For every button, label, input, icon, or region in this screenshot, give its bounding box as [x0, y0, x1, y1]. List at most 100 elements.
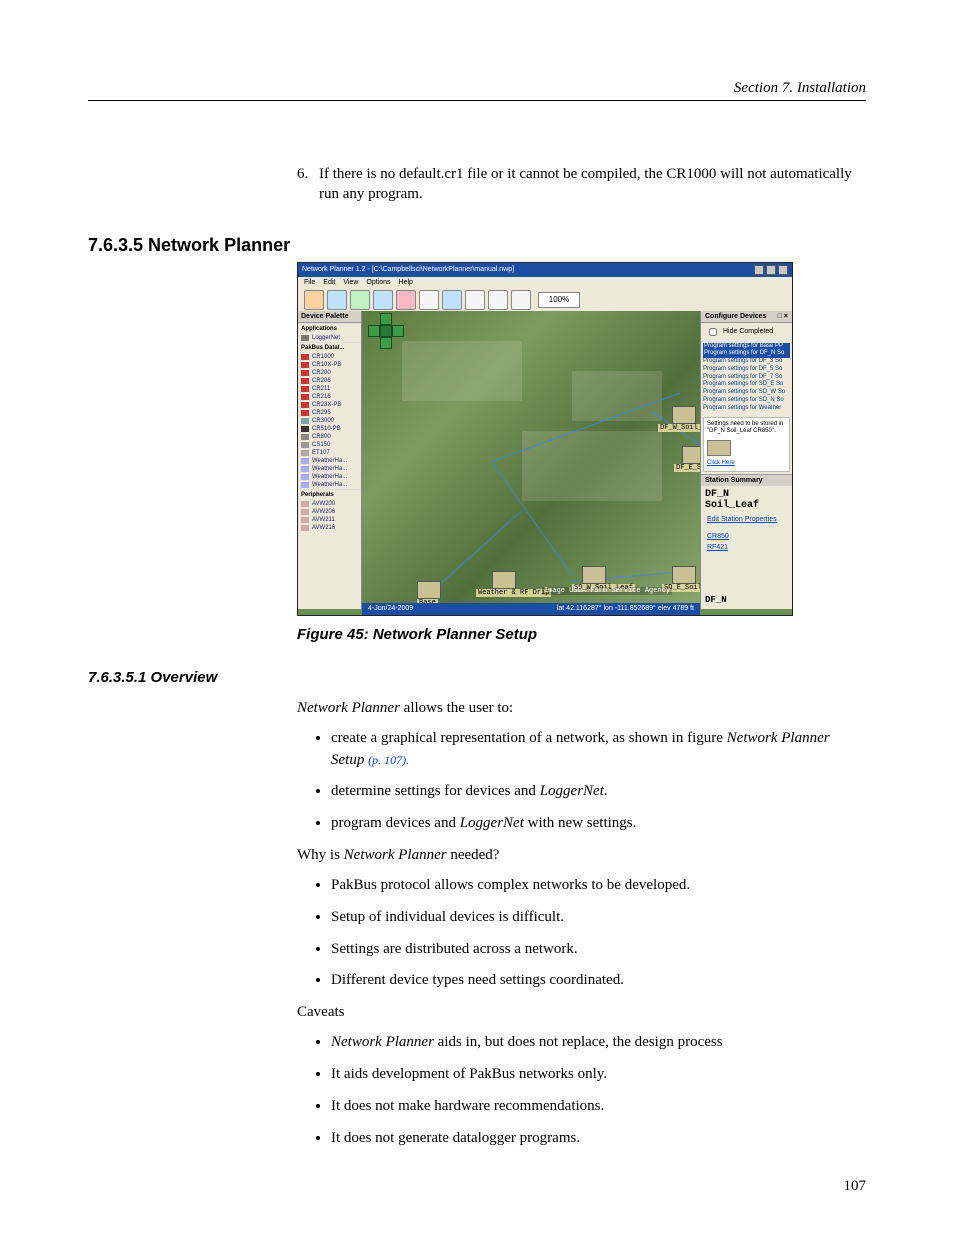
toolbar-redo-icon[interactable]	[465, 290, 485, 310]
why-text: Why is Network Planner needed?	[297, 845, 866, 865]
palette-item[interactable]: CR800	[298, 433, 361, 441]
toolbar-print-icon[interactable]	[350, 290, 370, 310]
device-icon	[301, 394, 309, 400]
header-rule	[88, 100, 866, 101]
palette-item[interactable]: AVW216	[298, 524, 361, 532]
list-item[interactable]: Program settings for DF_7 So	[703, 374, 790, 382]
list-item[interactable]: Program settings for DF_5 So	[703, 366, 790, 374]
toolbar-copy-icon[interactable]	[396, 290, 416, 310]
palette-item[interactable]: CS150	[298, 441, 361, 449]
click-here-link[interactable]: Click Here	[707, 460, 786, 468]
map-station[interactable]	[417, 581, 441, 599]
palette-item[interactable]: CR200	[298, 369, 361, 377]
palette-item[interactable]: WeatherHa...	[298, 481, 361, 489]
map-station[interactable]	[672, 566, 696, 584]
toolbar-paste-icon[interactable]	[419, 290, 439, 310]
app-title: Network Planner 1.2 - [C:\Campbellsci\Ne…	[302, 266, 514, 273]
device-palette-panel: Device Palette Applications LoggerNet Pa…	[298, 311, 362, 609]
palette-item[interactable]: AVW206	[298, 508, 361, 516]
device-link[interactable]: CR850	[707, 533, 729, 540]
bullet: determine settings for devices and Logge…	[331, 781, 866, 803]
toolbar-flag-icon[interactable]	[511, 290, 531, 310]
arrow-left-icon[interactable]	[368, 325, 380, 337]
zoom-input[interactable]: 100%	[538, 292, 580, 308]
palette-item[interactable]: CR10X-PB	[298, 361, 361, 369]
arrow-right-icon[interactable]	[392, 325, 404, 337]
page-ref-link[interactable]: (p. 107).	[368, 753, 409, 767]
palette-item[interactable]: ET107	[298, 449, 361, 457]
device-icon	[301, 482, 309, 488]
palette-item[interactable]: WeatherHa...	[298, 457, 361, 465]
device-icon	[301, 402, 309, 408]
nav-arrows[interactable]	[368, 313, 404, 349]
device-icon	[301, 458, 309, 464]
arrow-down-icon[interactable]	[380, 337, 392, 349]
device-icon	[301, 354, 309, 360]
toolbar-open-icon[interactable]	[304, 290, 324, 310]
map-station[interactable]	[582, 566, 606, 584]
menu-help[interactable]: Help	[399, 279, 413, 286]
palette-item[interactable]: CR1000	[298, 353, 361, 361]
bullet: program devices and LoggerNet with new s…	[331, 813, 866, 835]
device-palette-title: Device Palette	[298, 311, 361, 323]
menu-file[interactable]: File	[304, 279, 315, 286]
list-item[interactable]: Program settings for SD_N So	[703, 397, 790, 405]
station-label-df-w: DF_W_Soil_Leaf	[658, 424, 700, 432]
palette-item[interactable]: WeatherHa...	[298, 465, 361, 473]
map-station[interactable]	[672, 406, 696, 424]
list-item[interactable]: Program settings for DF_3 So	[703, 358, 790, 366]
menu-view[interactable]: View	[343, 279, 358, 286]
toolbar-undo-icon[interactable]	[442, 290, 462, 310]
palette-item[interactable]: AVW211	[298, 516, 361, 524]
list-item[interactable]: Program settings for SD_W So	[703, 389, 790, 397]
minimize-icon[interactable]	[754, 265, 764, 275]
palette-item[interactable]: AVW200	[298, 500, 361, 508]
list-item[interactable]: Program settings for DF_N So	[703, 350, 790, 358]
arrow-up-icon[interactable]	[380, 313, 392, 325]
list-item[interactable]: Program settings for Weather	[703, 405, 790, 413]
group-peripherals[interactable]: Peripherals	[298, 489, 361, 500]
toolbar-pin-icon[interactable]	[488, 290, 508, 310]
palette-item[interactable]: CR211	[298, 385, 361, 393]
palette-item[interactable]: WeatherHa...	[298, 473, 361, 481]
device-icon	[301, 335, 309, 341]
palette-item[interactable]: CR295	[298, 409, 361, 417]
device-icon	[301, 466, 309, 472]
device-icon	[301, 509, 309, 515]
bullet: Network Planner aids in, but does not re…	[331, 1032, 866, 1054]
menu-edit[interactable]: Edit	[323, 279, 335, 286]
bullet: Setup of individual devices is difficult…	[331, 907, 866, 929]
toolbar-cut-icon[interactable]	[373, 290, 393, 310]
group-pakbus[interactable]: PakBus Datal...	[298, 342, 361, 353]
palette-item[interactable]: CR206	[298, 377, 361, 385]
network-map[interactable]: Base Weather & RF Drip SD_W_Soil_Leaf SD…	[362, 311, 700, 609]
map-station[interactable]	[492, 571, 516, 589]
close-icon[interactable]	[778, 265, 788, 275]
list-item[interactable]: Program settings for Base PP	[703, 343, 790, 351]
palette-item[interactable]: CR3000	[298, 417, 361, 425]
device-icon	[301, 501, 309, 507]
center-icon[interactable]	[380, 325, 392, 337]
station-summary-title: Station Summary	[701, 474, 792, 486]
menu-options[interactable]: Options	[366, 279, 390, 286]
bullet: It does not make hardware recommendation…	[331, 1096, 866, 1118]
maximize-icon[interactable]	[766, 265, 776, 275]
caveats-heading: Caveats	[297, 1002, 866, 1022]
device-icon	[301, 525, 309, 531]
map-station[interactable]	[682, 446, 700, 464]
station-footer-label: DF_N	[701, 593, 792, 609]
palette-item[interactable]: LoggerNet	[298, 334, 361, 342]
toolbar-save-icon[interactable]	[327, 290, 347, 310]
device-icon	[301, 426, 309, 432]
palette-item[interactable]: CR23X-PB	[298, 401, 361, 409]
list-item[interactable]: Program settings for SD_E So	[703, 381, 790, 389]
palette-item[interactable]: CR510-PB	[298, 425, 361, 433]
group-applications[interactable]: Applications	[298, 323, 361, 334]
hide-completed-checkbox[interactable]	[709, 328, 717, 336]
device-link[interactable]: RF421	[707, 544, 728, 551]
station-label-weather: Weather & RF Drip	[476, 589, 551, 597]
imagery-credit: Image USDA Farm Service Agency	[542, 587, 672, 595]
device-icon	[301, 442, 309, 448]
edit-station-link[interactable]: Edit Station Properties	[701, 514, 792, 525]
palette-item[interactable]: CR216	[298, 393, 361, 401]
